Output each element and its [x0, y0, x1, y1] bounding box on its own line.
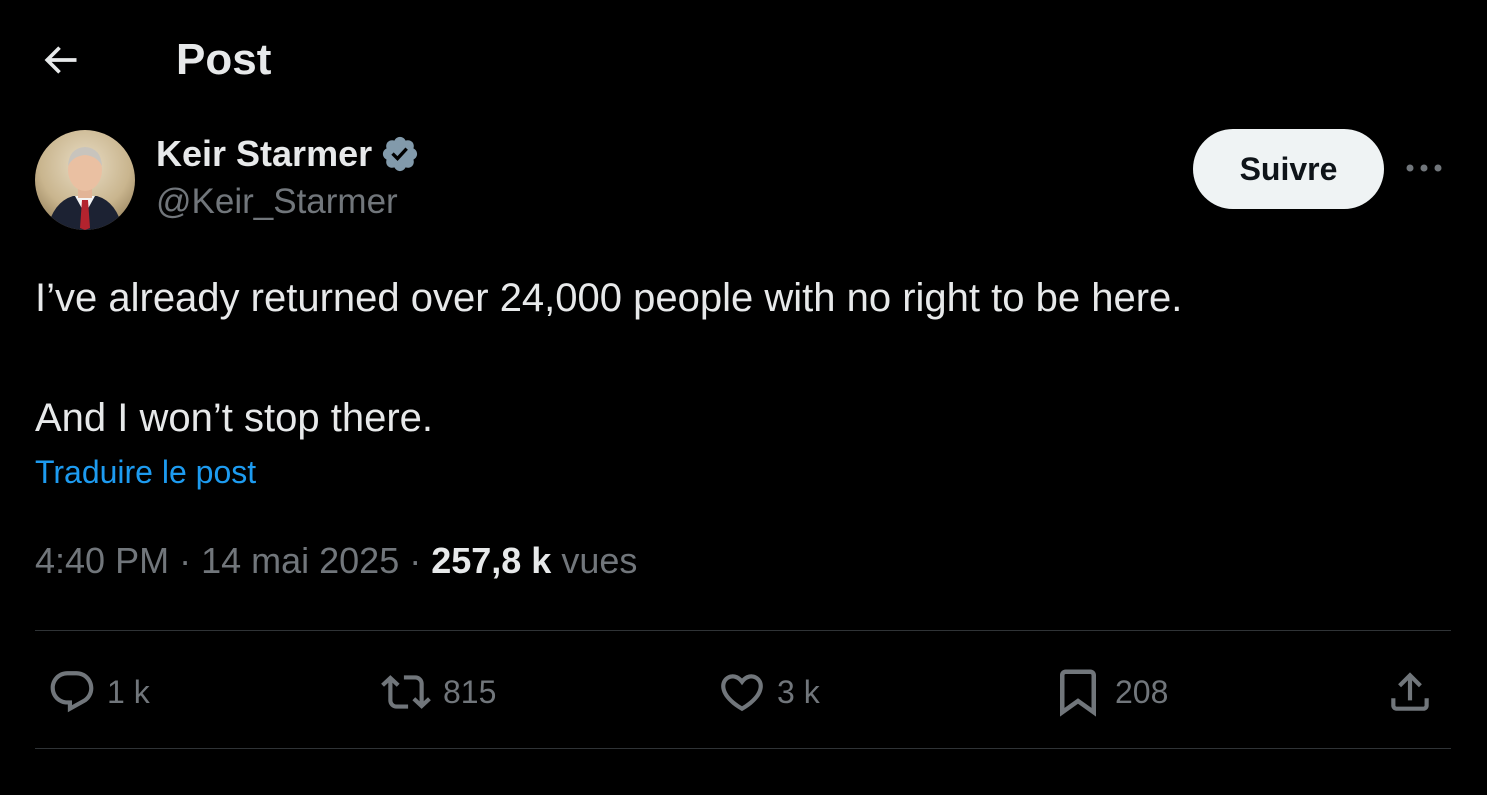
translate-post-link[interactable]: Traduire le post: [35, 454, 256, 491]
tweet-text: I’ve already returned over 24,000 people…: [35, 268, 1435, 448]
bookmark-button[interactable]: 208: [1051, 660, 1168, 724]
arrow-left-icon: [44, 46, 77, 74]
post-page: Post Keir Starmer @Keir_Starmer Suivre I…: [0, 0, 1487, 795]
follow-button[interactable]: Suivre: [1193, 129, 1384, 209]
views-count: 257,8 k: [431, 540, 552, 581]
avatar-image: [35, 130, 135, 230]
reply-icon: [50, 671, 94, 713]
post-date[interactable]: 14 mai 2025: [201, 540, 399, 581]
repost-count: 815: [443, 673, 497, 710]
author-name-row: Keir Starmer: [156, 132, 420, 176]
post-time[interactable]: 4:40 PM: [35, 540, 169, 581]
bookmark-count: 208: [1115, 673, 1169, 710]
share-button[interactable]: [1385, 660, 1435, 724]
like-button[interactable]: 3 k: [717, 660, 820, 724]
top-bar: Post: [0, 0, 1487, 120]
heart-icon: [721, 674, 763, 712]
like-count: 3 k: [777, 673, 820, 710]
author-name[interactable]: Keir Starmer: [156, 133, 372, 175]
views-label: vues: [561, 540, 638, 581]
divider-bottom: [35, 748, 1451, 749]
more-options-button[interactable]: [1402, 150, 1446, 186]
divider-top: [35, 630, 1451, 631]
tweet-line-2: And I won’t stop there.: [35, 396, 434, 440]
meta-separator: ·: [169, 540, 202, 581]
post-meta: 4:40 PM · 14 mai 2025 · 257,8 k vues: [35, 540, 637, 582]
action-bar: 1 k 815 3 k 208: [35, 660, 1451, 724]
tweet-line-1: I’ve already returned over 24,000 people…: [35, 276, 1183, 320]
reply-button[interactable]: 1 k: [47, 660, 150, 724]
meta-separator: ·: [399, 540, 432, 581]
author-handle[interactable]: @Keir_Starmer: [156, 182, 398, 222]
share-icon: [1391, 672, 1429, 711]
bookmark-icon: [1060, 669, 1096, 717]
back-button[interactable]: [36, 36, 84, 84]
more-dots-icon: [1406, 164, 1442, 172]
verified-badge-icon[interactable]: [380, 134, 420, 174]
repost-button[interactable]: 815: [379, 660, 496, 724]
avatar[interactable]: [35, 130, 135, 230]
page-title: Post: [176, 35, 272, 84]
repost-icon: [381, 675, 431, 709]
reply-count: 1 k: [107, 673, 150, 710]
